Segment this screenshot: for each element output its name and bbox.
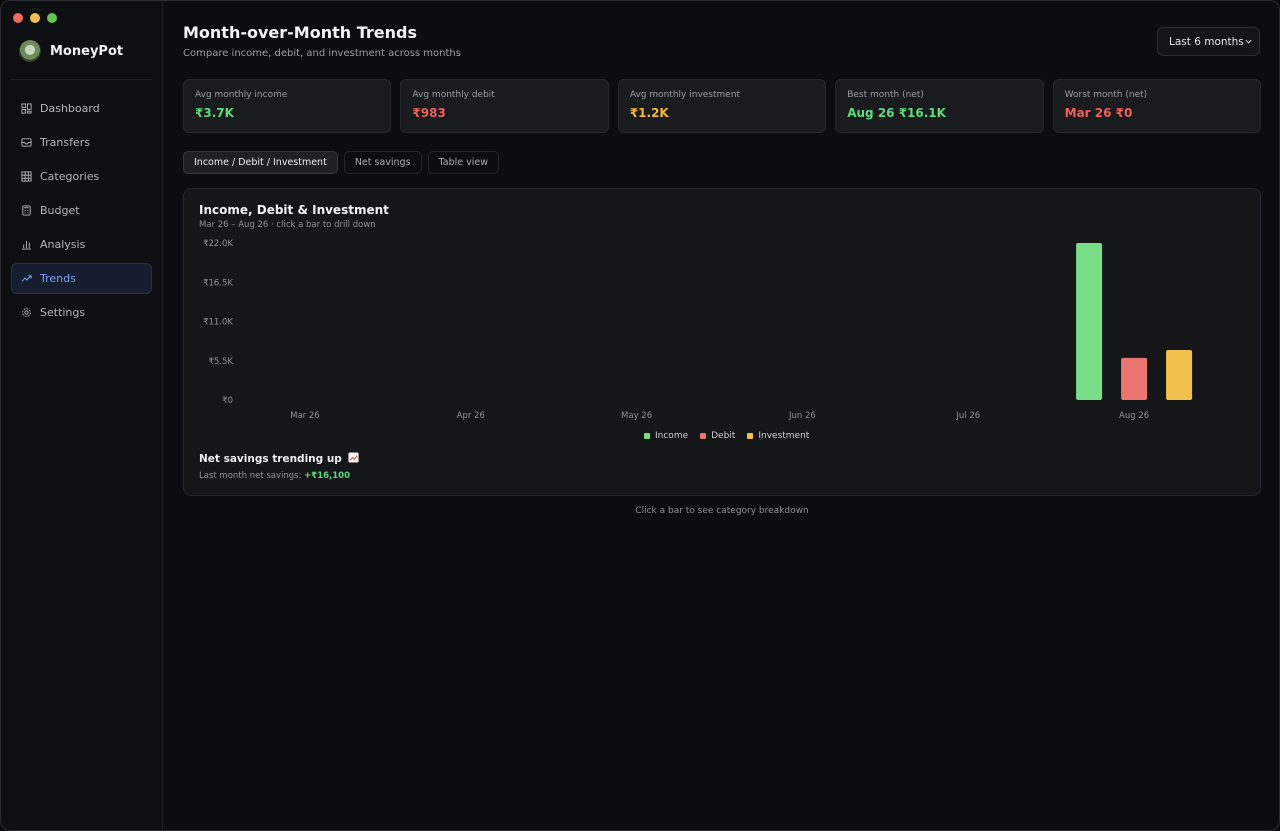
sidebar: MoneyPot Dashboard Transfers Categories (1, 1, 163, 830)
page-subtitle: Compare income, debit, and investment ac… (183, 48, 461, 59)
sidebar-item-label: Trends (40, 272, 76, 285)
y-tick-label: ₹16.5K (203, 278, 233, 288)
sidebar-item-trends[interactable]: Trends (11, 263, 152, 294)
stat-label: Avg monthly investment (629, 90, 741, 100)
x-tick-label: Jun 26 (788, 411, 816, 421)
x-tick-label: May 26 (621, 411, 652, 421)
stats-row: Avg monthly income ₹3.7K Avg monthly deb… (183, 79, 1262, 133)
sidebar-nav: Dashboard Transfers Categories Budget An… (11, 93, 152, 331)
stat-label: Best month (net) (847, 90, 924, 100)
sidebar-item-transfers[interactable]: Transfers (11, 127, 152, 158)
chart-up-icon (348, 452, 359, 466)
sidebar-item-dashboard[interactable]: Dashboard (11, 93, 152, 124)
window-controls (13, 13, 57, 23)
sidebar-divider (11, 79, 152, 80)
moneypot-logo-icon (19, 40, 41, 62)
legend-swatch (644, 433, 650, 439)
brand[interactable]: MoneyPot (19, 40, 123, 62)
page-title: Month-over-Month Trends (183, 23, 417, 42)
minimize-window-button[interactable] (30, 13, 40, 23)
x-tick-label: Mar 26 (290, 411, 320, 421)
tab-net-savings[interactable]: Net savings (343, 151, 422, 174)
stat-label: Worst month (net) (1064, 90, 1148, 100)
bar-income-aug-26[interactable] (1076, 243, 1103, 400)
legend-item-investment: Investment (747, 431, 809, 441)
legend-label: Debit (711, 431, 736, 441)
y-tick-label: ₹22.0K (203, 239, 233, 249)
trend-summary-detail: Last month net savings: +₹16,100 (199, 471, 350, 481)
stat-value: ₹3.7K (195, 106, 234, 120)
close-window-button[interactable] (13, 13, 23, 23)
sidebar-item-label: Analysis (40, 238, 86, 251)
legend-label: Investment (758, 431, 810, 441)
legend-item-income: Income (644, 431, 688, 441)
x-tick-label: Jul 26 (955, 411, 980, 421)
y-tick-label: ₹11.0K (203, 318, 233, 328)
drilldown-hint: Click a bar to see category breakdown (635, 506, 809, 516)
stat-value: ₹1.2K (629, 106, 669, 120)
date-range-value: Last 6 months (1169, 35, 1244, 48)
legend-swatch (700, 433, 707, 439)
stat-value: Aug 26 ₹16.1K (847, 106, 946, 120)
net-savings-value: +₹16,100 (304, 471, 350, 481)
grid-icon (21, 103, 32, 114)
chart-card: Income, Debit & Investment Mar 26 – Aug … (183, 188, 1261, 496)
sidebar-item-label: Transfers (40, 136, 90, 149)
bar-debit-aug-26[interactable] (1121, 357, 1148, 400)
trend-title-text: Net savings trending up (199, 453, 342, 465)
sidebar-item-label: Budget (40, 204, 80, 217)
x-tick-label: Apr 26 (457, 411, 485, 421)
date-range-select[interactable]: Last 6 months (1157, 27, 1260, 56)
tab-income-debit-investment[interactable]: Income / Debit / Investment (183, 151, 338, 174)
stat-card-best-month: Best month (net) Aug 26 ₹16.1K (835, 79, 1044, 133)
gear-icon (21, 307, 32, 318)
sidebar-item-budget[interactable]: Budget (11, 195, 152, 226)
stat-card-avg-investment: Avg monthly investment ₹1.2K (617, 79, 827, 133)
trend-detail-label: Last month net savings: (199, 471, 305, 481)
main-content: Month-over-Month Trends Compare income, … (163, 1, 1279, 830)
chart-legend: Income Debit Investment (644, 431, 809, 441)
inbox-icon (21, 137, 32, 148)
sidebar-item-analysis[interactable]: Analysis (11, 229, 152, 260)
sidebar-item-label: Dashboard (40, 102, 100, 115)
x-tick-label: Aug 26 (1119, 411, 1149, 421)
tab-table-view[interactable]: Table view (427, 151, 500, 174)
y-tick-label: ₹5.5K (209, 357, 234, 367)
y-tick-label: ₹0 (222, 396, 233, 406)
legend-label: Income (655, 431, 689, 441)
stat-label: Avg monthly income (195, 90, 288, 100)
trend-up-icon (21, 273, 32, 284)
table-icon (21, 171, 32, 182)
calculator-icon (21, 205, 32, 216)
trend-summary-title: Net savings trending up (199, 452, 359, 466)
stat-value: Mar 26 ₹0 (1064, 106, 1133, 120)
sidebar-item-label: Settings (40, 306, 86, 319)
bar-chart-icon (21, 239, 32, 250)
bar-chart: ₹0 ₹5.5K ₹11.0K ₹16.5K ₹22.0K Mar 26 Apr 26 May… (203, 239, 1193, 421)
app-name: MoneyPot (50, 43, 124, 59)
chevron-down-icon (1245, 39, 1252, 44)
bar-investment-aug-26[interactable] (1166, 350, 1193, 400)
stat-label: Avg monthly debit (412, 90, 495, 100)
legend-item-debit: Debit (700, 431, 735, 441)
stat-card-avg-income: Avg monthly income ₹3.7K (183, 79, 392, 133)
app-window: MoneyPot Dashboard Transfers Categories (0, 0, 1280, 831)
legend-swatch (747, 433, 754, 439)
zoom-window-button[interactable] (47, 13, 57, 23)
sidebar-item-settings[interactable]: Settings (11, 297, 152, 328)
stat-card-avg-debit: Avg monthly debit ₹983 (400, 79, 609, 133)
stat-card-worst-month: Worst month (net) Mar 26 ₹0 (1052, 79, 1262, 133)
sidebar-item-label: Categories (40, 170, 100, 183)
view-tabs: Income / Debit / Investment Net savings … (183, 151, 500, 174)
sidebar-item-categories[interactable]: Categories (11, 161, 152, 192)
stat-value: ₹983 (412, 106, 446, 120)
